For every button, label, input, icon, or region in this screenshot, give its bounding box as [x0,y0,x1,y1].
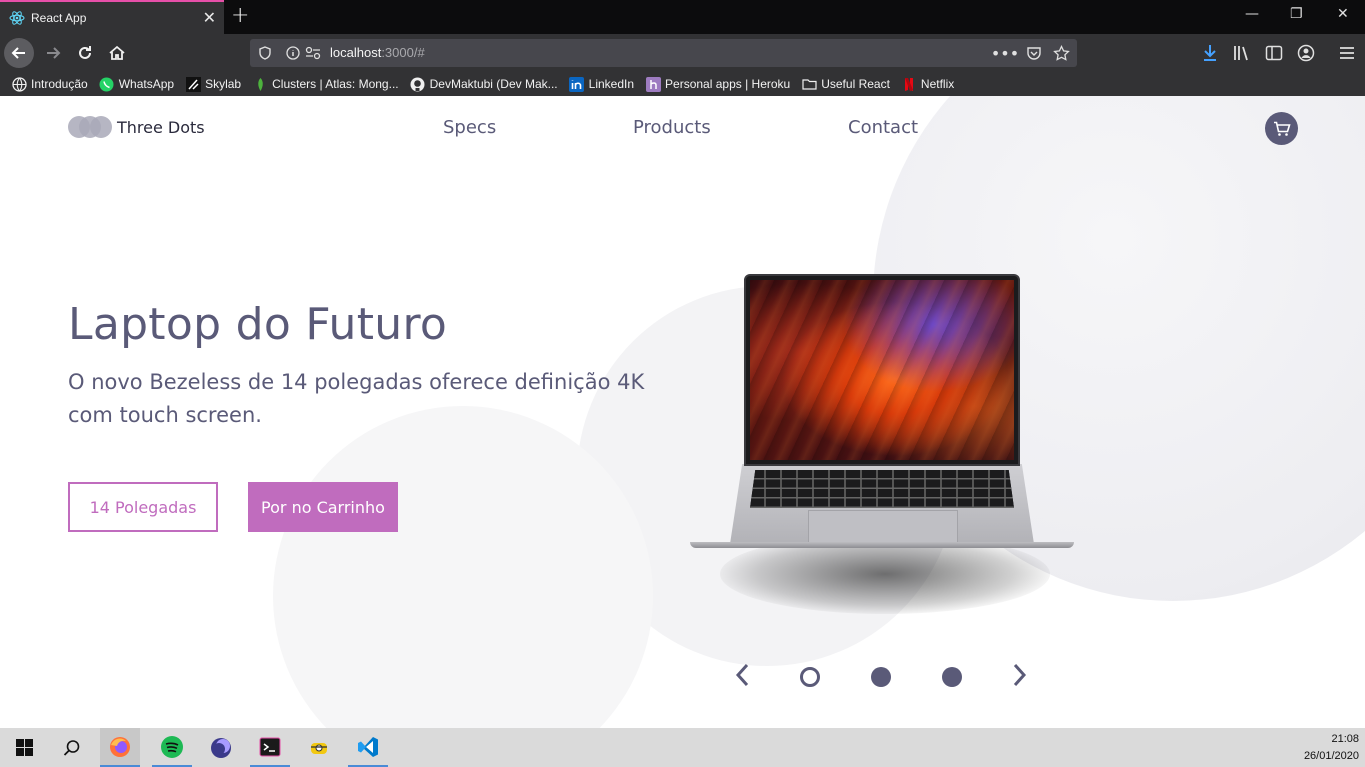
github-icon [410,76,426,92]
react-icon [9,10,25,26]
terminal-icon[interactable] [250,728,290,767]
carousel-prev-button[interactable] [732,662,754,688]
arrow-right-icon [47,47,61,59]
size-14-button[interactable]: 14 Polegadas [68,482,218,532]
back-button[interactable] [4,38,34,68]
three-dots-logo-icon [68,116,112,138]
laptop-edge [690,542,1074,548]
home-icon [109,45,125,60]
clock-time: 21:08 [1331,733,1359,745]
linkedin-icon [569,76,585,92]
globe-icon [11,76,27,92]
browser-tab[interactable]: React App ✕ [0,0,224,34]
web-page: Three Dots Specs Products Contact Laptop… [0,96,1365,728]
vscode-icon[interactable] [348,728,388,767]
info-icon[interactable] [284,44,302,62]
bookmark-item[interactable]: Clusters | Atlas: Mong... [252,76,399,92]
page-actions-icon[interactable]: ••• [991,44,1019,63]
bookmark-item[interactable]: Skylab [185,76,241,92]
bookmark-item[interactable]: Netflix [901,76,954,92]
shield-icon[interactable] [256,44,274,62]
close-tab-icon[interactable]: ✕ [203,8,216,27]
bookmark-item[interactable]: DevMaktubi (Dev Mak... [410,76,558,92]
search-icon[interactable] [52,728,92,767]
clock-date: 26/01/2020 [1303,750,1359,762]
tab-title: React App [31,11,87,25]
close-window-icon[interactable]: ✕ [1337,6,1349,22]
bookmark-item[interactable]: Useful React [801,76,890,92]
add-to-cart-button[interactable]: Por no Carrinho [248,482,398,532]
navigation-toolbar: localhost:3000/# ••• [0,34,1365,72]
account-icon[interactable] [1296,43,1316,63]
carousel-dot-2[interactable] [871,667,891,687]
nav-products[interactable]: Products [633,117,711,138]
download-icon[interactable] [1200,43,1220,63]
restore-icon[interactable]: ❐ [1290,6,1303,22]
firefox-icon[interactable] [100,728,140,767]
address-bar[interactable]: localhost:3000/# ••• [250,39,1077,67]
reload-icon [79,46,91,59]
laptop-image [690,274,1074,614]
home-button[interactable] [102,38,132,68]
library-icon[interactable] [1232,43,1252,63]
laptop-trackpad [808,510,958,544]
bookmark-item[interactable]: Personal apps | Heroku [645,76,790,92]
bookmark-item[interactable]: LinkedIn [569,76,634,92]
reload-button[interactable] [70,38,100,68]
chevron-left-icon [735,663,749,687]
bookmark-item[interactable]: Introdução [11,76,88,92]
nav-specs[interactable]: Specs [443,117,496,138]
hero-subtitle: O novo Bezeless de 14 polegadas oferece … [68,370,645,427]
whatsapp-icon [99,76,115,92]
carousel-next-button[interactable] [1008,662,1030,688]
mongodb-leaf-icon [252,76,268,92]
chevron-right-icon [1013,663,1027,687]
system-clock[interactable]: 21:08 26/01/2020 [1304,731,1359,765]
cart-button[interactable] [1265,112,1298,145]
site-logo[interactable]: Three Dots [68,116,205,138]
menu-icon[interactable] [1337,43,1357,63]
tab-strip: React App ✕ + — ❐ ✕ [0,0,1365,34]
windows-start-icon[interactable] [4,728,44,767]
bookmark-star-icon[interactable] [1052,44,1070,62]
laptop-keyboard [750,470,1014,508]
skylab-icon [185,76,201,92]
pocket-icon[interactable] [1025,44,1043,62]
arrow-left-icon [11,47,25,59]
laptop-lid [744,274,1020,466]
new-tab-icon[interactable]: + [231,3,249,28]
nav-contact[interactable]: Contact [848,117,918,138]
bookmarks-toolbar: Introdução WhatsApp Skylab Clusters | At… [0,72,1365,96]
carousel-dot-1[interactable] [800,667,820,687]
permissions-icon[interactable] [304,44,322,62]
forward-button[interactable] [38,38,68,68]
brand-name: Three Dots [117,117,205,137]
spotify-icon[interactable] [152,728,192,767]
hero-title: Laptop do Futuro [68,299,448,350]
windows-taskbar: 21:08 26/01/2020 [0,728,1365,767]
shopping-cart-icon [1273,121,1291,136]
minion-app-icon[interactable] [299,728,339,767]
netflix-icon [901,76,917,92]
folder-icon [801,76,817,92]
sidebar-icon[interactable] [1264,43,1284,63]
heroku-icon [645,76,661,92]
url-text: localhost:3000/# [330,45,425,60]
laptop-screen [750,280,1014,460]
minimize-icon[interactable]: — [1245,6,1259,22]
moon-app-icon[interactable] [201,728,241,767]
carousel-dot-3[interactable] [942,667,962,687]
bookmark-item[interactable]: WhatsApp [99,76,174,92]
